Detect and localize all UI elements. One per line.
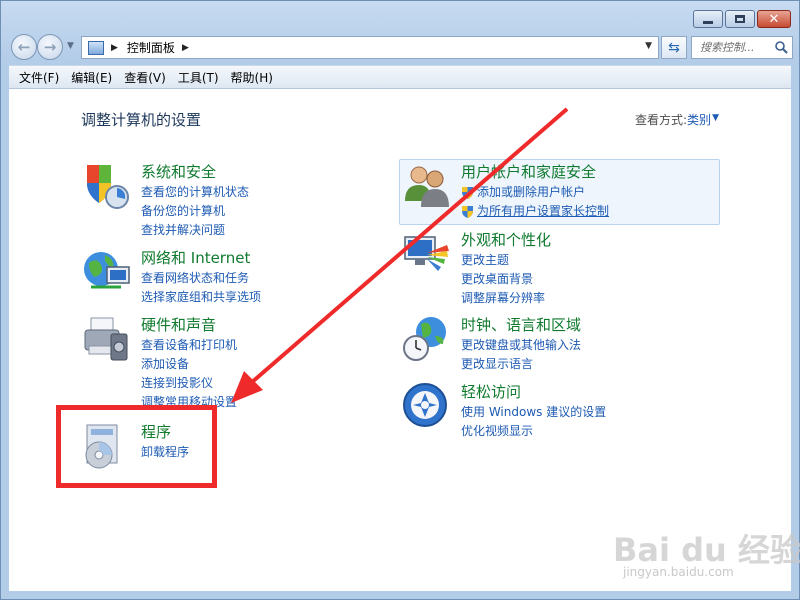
link-screen-resolution[interactable]: 调整屏幕分辨率 xyxy=(461,289,545,308)
link-text: 添加或删除用户帐户 xyxy=(477,185,586,199)
minimize-icon xyxy=(703,20,713,24)
category-title[interactable]: 用户帐户和家庭安全 xyxy=(461,161,596,182)
breadcrumb-control-panel[interactable]: 控制面板 xyxy=(127,39,175,56)
view-by-dropdown-icon[interactable]: ▼ xyxy=(712,113,719,123)
menu-tools[interactable]: 工具(T) xyxy=(172,66,225,89)
printer-icon xyxy=(84,317,128,361)
link-connect-projector[interactable]: 连接到投影仪 xyxy=(141,374,237,393)
category-title[interactable]: 时钟、语言和区域 xyxy=(461,314,581,335)
category-title[interactable]: 系统和安全 xyxy=(141,161,216,182)
link-backup-computer[interactable]: 备份您的计算机 xyxy=(141,202,249,221)
search-icon[interactable] xyxy=(774,40,788,54)
view-by-select[interactable]: 类别 xyxy=(687,111,711,128)
page-title: 调整计算机的设置 xyxy=(81,111,202,129)
category-links: 查看您的计算机状态 备份您的计算机 查找并解决问题 xyxy=(141,183,249,240)
link-homegroup-sharing[interactable]: 选择家庭组和共享选项 xyxy=(141,288,261,307)
link-find-fix-problems[interactable]: 查找并解决问题 xyxy=(141,221,249,240)
menu-edit[interactable]: 编辑(E) xyxy=(65,66,118,89)
category-links: 查看设备和打印机 添加设备 连接到投影仪 调整常用移动设置 xyxy=(141,336,237,412)
menu-file[interactable]: 文件(F) xyxy=(13,66,65,89)
users-icon xyxy=(405,166,449,207)
link-devices-printers[interactable]: 查看设备和打印机 xyxy=(141,336,237,355)
search-input[interactable] xyxy=(692,37,770,58)
recent-pages-dropdown[interactable]: ▼ xyxy=(67,41,74,51)
category-title[interactable]: 轻松访问 xyxy=(461,381,521,402)
control-panel-window: ✕ ← → ▼ ▶ 控制面板 ▶ ▼ ⇆ 文件(F) 编辑(E) 查看(V) 工… xyxy=(0,0,800,600)
link-view-computer-status[interactable]: 查看您的计算机状态 xyxy=(141,183,249,202)
caption-buttons: ✕ xyxy=(693,10,791,28)
clock-globe-icon xyxy=(403,317,446,361)
search-box[interactable] xyxy=(691,36,793,59)
address-bar[interactable]: ▶ 控制面板 ▶ ▼ xyxy=(81,36,659,59)
uac-shield-icon xyxy=(462,186,473,199)
category-links: 查看网络状态和任务 选择家庭组和共享选项 xyxy=(141,269,261,307)
link-parental-controls[interactable]: 为所有用户设置家长控制 xyxy=(461,202,609,221)
link-keyboard-input[interactable]: 更改键盘或其他输入法 xyxy=(461,336,581,355)
forward-arrow-icon: → xyxy=(43,38,57,56)
shield-icon xyxy=(87,165,129,209)
link-change-theme[interactable]: 更改主题 xyxy=(461,251,545,270)
minimize-button[interactable] xyxy=(693,10,723,28)
category-title[interactable]: 网络和 Internet xyxy=(141,247,250,268)
display-palette-icon xyxy=(404,236,449,271)
link-recommended-settings[interactable]: 使用 Windows 建议的设置 xyxy=(461,403,606,422)
breadcrumb-separator-icon[interactable]: ▶ xyxy=(111,43,118,53)
maximize-icon xyxy=(735,15,745,23)
back-arrow-icon: ← xyxy=(17,38,31,56)
category-links: 更改键盘或其他输入法 更改显示语言 xyxy=(461,336,581,374)
category-links: 更改主题 更改桌面背景 调整屏幕分辨率 xyxy=(461,251,545,308)
annotation-highlight-box xyxy=(56,405,217,488)
watermark-url: jingyan.baidu.com xyxy=(623,565,734,579)
view-by-label: 查看方式: xyxy=(634,113,687,127)
category-title[interactable]: 硬件和声音 xyxy=(141,314,216,335)
globe-network-icon xyxy=(84,252,130,289)
link-text: 为所有用户设置家长控制 xyxy=(477,204,610,218)
breadcrumb-separator-icon[interactable]: ▶ xyxy=(182,43,189,53)
close-icon: ✕ xyxy=(768,11,780,27)
category-links: 添加或删除用户帐户 为所有用户设置家长控制 xyxy=(461,183,609,221)
navigation-bar: ← → ▼ ▶ 控制面板 ▶ ▼ ⇆ xyxy=(9,33,793,61)
link-display-language[interactable]: 更改显示语言 xyxy=(461,355,581,374)
control-panel-icon xyxy=(88,40,104,55)
uac-shield-icon xyxy=(462,205,473,218)
link-network-status[interactable]: 查看网络状态和任务 xyxy=(141,269,261,288)
watermark: Bai du 经验 jingyan.baidu.com xyxy=(613,515,800,585)
link-optimize-video[interactable]: 优化视频显示 xyxy=(461,422,606,441)
category-title[interactable]: 外观和个性化 xyxy=(461,229,551,250)
refresh-icon: ⇆ xyxy=(668,39,680,56)
menu-bar: 文件(F) 编辑(E) 查看(V) 工具(T) 帮助(H) xyxy=(9,65,791,89)
link-add-device[interactable]: 添加设备 xyxy=(141,355,237,374)
address-dropdown-icon[interactable]: ▼ xyxy=(645,41,652,51)
maximize-button[interactable] xyxy=(725,10,755,28)
menu-view[interactable]: 查看(V) xyxy=(118,66,172,89)
link-add-remove-accounts[interactable]: 添加或删除用户帐户 xyxy=(461,183,609,202)
link-desktop-background[interactable]: 更改桌面背景 xyxy=(461,270,545,289)
ease-of-access-icon xyxy=(403,383,447,427)
forward-button[interactable]: → xyxy=(37,34,63,60)
category-links: 使用 Windows 建议的设置 优化视频显示 xyxy=(461,403,606,441)
close-button[interactable]: ✕ xyxy=(757,10,791,28)
refresh-button[interactable]: ⇆ xyxy=(661,36,687,59)
back-button[interactable]: ← xyxy=(11,34,37,60)
menu-help[interactable]: 帮助(H) xyxy=(225,66,279,89)
